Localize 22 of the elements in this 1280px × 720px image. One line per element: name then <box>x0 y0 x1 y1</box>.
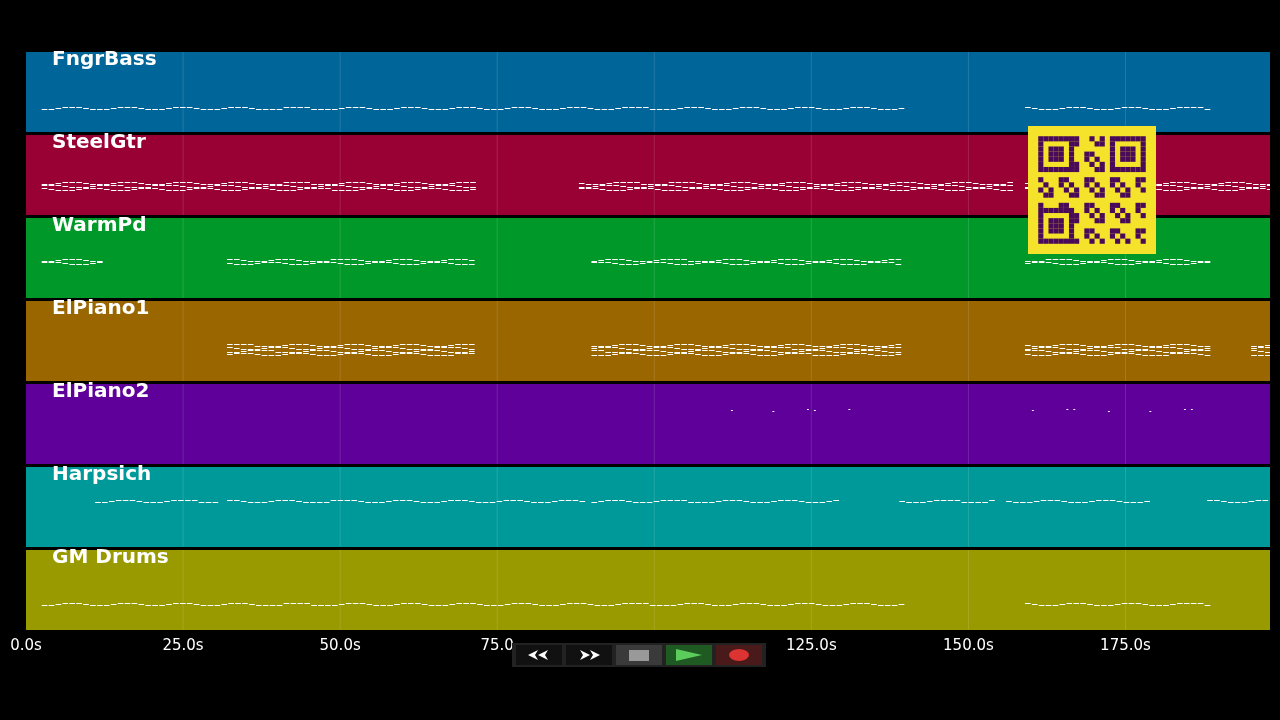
track-name: ElPiano1 <box>52 295 150 319</box>
stop-icon <box>629 649 649 661</box>
track-name: GM Drums <box>52 544 169 568</box>
track-name: SteelGtr <box>52 129 146 153</box>
track-name: FngrBass <box>52 46 157 70</box>
track-name: ElPiano2 <box>52 378 150 402</box>
fast-forward-button[interactable] <box>566 645 612 665</box>
record-button[interactable] <box>716 645 762 665</box>
time-label: 125.0s <box>785 636 837 654</box>
stop-button[interactable] <box>616 645 662 665</box>
time-label: 25.0s <box>162 636 204 654</box>
time-label: 175.0s <box>1100 636 1151 654</box>
track-name: WarmPd <box>52 212 147 236</box>
record-icon <box>729 649 749 661</box>
time-label: 50.0s <box>319 636 361 654</box>
track-name: Harpsich <box>52 461 152 485</box>
time-label: 150.0s <box>943 636 994 654</box>
time-label: 0.0s <box>10 636 42 654</box>
play-icon <box>676 649 702 661</box>
time-label: 75.0 <box>480 636 514 654</box>
rewind-button[interactable] <box>516 645 562 665</box>
play-button[interactable] <box>666 645 712 665</box>
